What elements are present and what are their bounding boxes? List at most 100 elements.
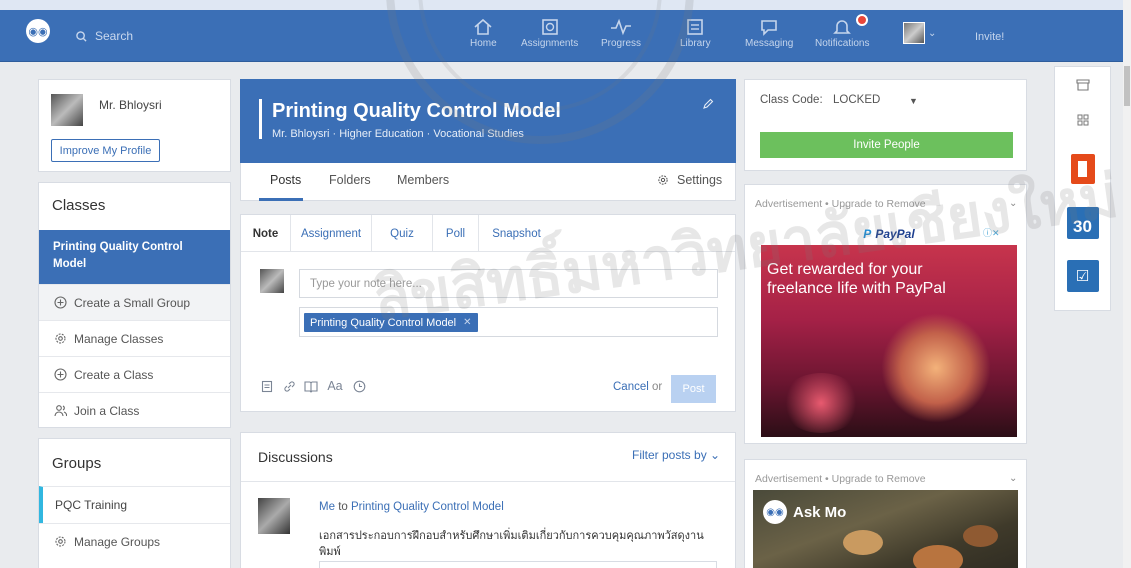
nav-assignments-label: Assignments xyxy=(521,38,579,49)
chevron-down-icon[interactable]: ⌄ xyxy=(928,28,936,39)
nav-notifications[interactable]: Notifications xyxy=(815,14,870,49)
create-small-group-item[interactable]: Create a Small Group xyxy=(39,284,230,320)
top-nav: ◉◉ Search Home Assignments Progress Libr… xyxy=(0,0,1131,62)
filter-posts-dropdown[interactable]: Filter posts by ⌄ xyxy=(632,448,720,462)
library-icon[interactable] xyxy=(304,379,318,393)
paypal-brand: PayPal xyxy=(875,227,915,241)
askmo-label: Ask Mo xyxy=(793,503,847,521)
post-target-class[interactable]: Printing Quality Control Model xyxy=(351,501,504,513)
adchoices-icon[interactable]: ⓘ✕ xyxy=(983,226,1000,239)
tab-settings[interactable]: Settings xyxy=(657,173,722,187)
tab-folders[interactable]: Folders xyxy=(329,173,371,187)
filter-label: Filter posts by xyxy=(632,448,707,462)
manage-groups-item[interactable]: Manage Groups xyxy=(39,523,230,559)
recipient-field[interactable]: Printing Quality Control Model ✕ xyxy=(299,307,718,337)
create-class-label: Create a Class xyxy=(74,367,154,382)
store-icon[interactable] xyxy=(1055,75,1110,95)
page-scrollbar[interactable] xyxy=(1123,0,1131,568)
browser-strip xyxy=(0,0,1131,10)
groups-title: Groups xyxy=(52,455,102,472)
manage-groups-label: Manage Groups xyxy=(74,534,161,549)
nav-home[interactable]: Home xyxy=(470,16,497,49)
group-item-pqc-training[interactable]: PQC Training xyxy=(39,486,230,523)
progress-icon xyxy=(610,16,632,38)
nav-progress[interactable]: Progress xyxy=(601,16,641,49)
plus-circle-icon xyxy=(54,368,67,381)
post-meta: Me to Printing Quality Control Model xyxy=(319,501,504,513)
discussions-title: Discussions xyxy=(258,449,333,465)
profile-name[interactable]: Mr. Bhloysri xyxy=(99,98,162,112)
composer-tabs: Note Assignment Quiz Poll Snapshot xyxy=(241,215,735,252)
apps-grid-icon[interactable] xyxy=(1055,109,1110,131)
nav-library[interactable]: Library xyxy=(680,16,711,49)
search-box[interactable]: Search xyxy=(76,24,256,48)
manage-classes-item[interactable]: Manage Classes xyxy=(39,320,230,356)
post-button[interactable]: Post xyxy=(671,375,716,403)
profile-avatar[interactable] xyxy=(51,94,83,126)
paypal-ad[interactable]: P PayPal ⓘ✕ Get rewarded for your freelan… xyxy=(761,223,1017,437)
ad-card-paypal: Advertisement • Upgrade to Remove ⌄ P Pay… xyxy=(744,184,1027,444)
post-attachment[interactable] xyxy=(319,561,717,568)
composer-tab-poll[interactable]: Poll xyxy=(433,215,479,252)
composer-tab-snapshot[interactable]: Snapshot xyxy=(479,215,554,252)
quiz-app-icon[interactable]: ☑ xyxy=(1055,257,1110,295)
ad-label: Advertisement • Upgrade to Remove xyxy=(755,198,926,210)
edmodo-logo-icon[interactable]: ◉◉ xyxy=(26,19,50,43)
composer-tab-assignment[interactable]: Assignment xyxy=(291,215,372,252)
composer-avatar xyxy=(260,269,284,293)
text-format-icon[interactable]: Aa xyxy=(326,379,344,393)
user-avatar[interactable] xyxy=(903,22,925,44)
nav-notifications-label: Notifications xyxy=(815,38,870,49)
ad-card-askmo: Advertisement • Upgrade to Remove ⌄ ◉◉ As… xyxy=(744,459,1027,568)
file-icon[interactable] xyxy=(260,379,274,393)
tab-members[interactable]: Members xyxy=(397,173,449,187)
calendar-app-icon[interactable]: 30 xyxy=(1055,204,1110,242)
join-class-item[interactable]: Join a Class xyxy=(39,392,230,428)
nav-messaging[interactable]: Messaging xyxy=(745,16,793,49)
post-author-avatar[interactable] xyxy=(258,498,290,534)
messaging-icon xyxy=(759,16,779,38)
composer-tab-note[interactable]: Note xyxy=(241,215,291,252)
cancel-link[interactable]: Cancel xyxy=(613,381,649,393)
search-placeholder[interactable]: Search xyxy=(95,29,133,43)
scrollbar-thumb[interactable] xyxy=(1124,66,1130,106)
create-class-item[interactable]: Create a Class xyxy=(39,356,230,392)
recipient-chip-label: Printing Quality Control Model xyxy=(310,316,457,329)
class-code-label: Class Code: xyxy=(760,94,823,106)
notification-badge xyxy=(856,14,869,26)
upgrade-link[interactable]: Upgrade to Remove xyxy=(832,198,926,210)
home-icon xyxy=(473,16,493,38)
improve-profile-button[interactable]: Improve My Profile xyxy=(51,139,160,162)
gear-icon xyxy=(658,175,668,185)
active-class-item[interactable]: Printing Quality Control Model xyxy=(39,230,230,284)
nav-assignments[interactable]: Assignments xyxy=(521,16,578,49)
close-icon[interactable]: ✕ xyxy=(463,317,471,328)
mushroom-shape xyxy=(963,525,998,547)
recipient-chip[interactable]: Printing Quality Control Model ✕ xyxy=(304,313,478,332)
clock-icon[interactable] xyxy=(352,379,366,393)
upgrade-link[interactable]: Upgrade to Remove xyxy=(832,473,926,485)
composer-tab-quiz[interactable]: Quiz xyxy=(372,215,433,252)
ad-label-text: Advertisement xyxy=(755,473,823,485)
assignments-icon xyxy=(540,16,560,38)
gear-icon xyxy=(54,535,67,548)
invite-link[interactable]: Invite! xyxy=(975,31,1004,43)
askmo-ad[interactable]: ◉◉ Ask Mo xyxy=(753,490,1018,568)
office-app-icon[interactable] xyxy=(1055,151,1110,187)
caret-down-icon[interactable]: ▼ xyxy=(909,96,918,106)
ad-label-text: Advertisement xyxy=(755,198,823,210)
paypal-logo-icon: P xyxy=(863,227,872,241)
discussions-card: Discussions Filter posts by ⌄ Me to Prin… xyxy=(240,432,736,568)
join-class-label: Join a Class xyxy=(74,403,140,418)
chevron-down-icon[interactable]: ⌄ xyxy=(1009,198,1017,209)
link-icon[interactable] xyxy=(282,379,296,393)
invite-people-button[interactable]: Invite People xyxy=(760,132,1013,158)
note-input[interactable]: Type your note here... xyxy=(299,269,718,298)
post-author[interactable]: Me xyxy=(319,501,335,513)
tab-posts[interactable]: Posts xyxy=(270,173,301,187)
chevron-down-icon[interactable]: ⌄ xyxy=(1009,473,1017,484)
app-rail: 30 ☑ xyxy=(1054,66,1111,311)
edmodo-logo-icon: ◉◉ xyxy=(763,500,787,524)
or-text: or xyxy=(652,381,663,393)
pencil-icon[interactable] xyxy=(702,98,714,113)
